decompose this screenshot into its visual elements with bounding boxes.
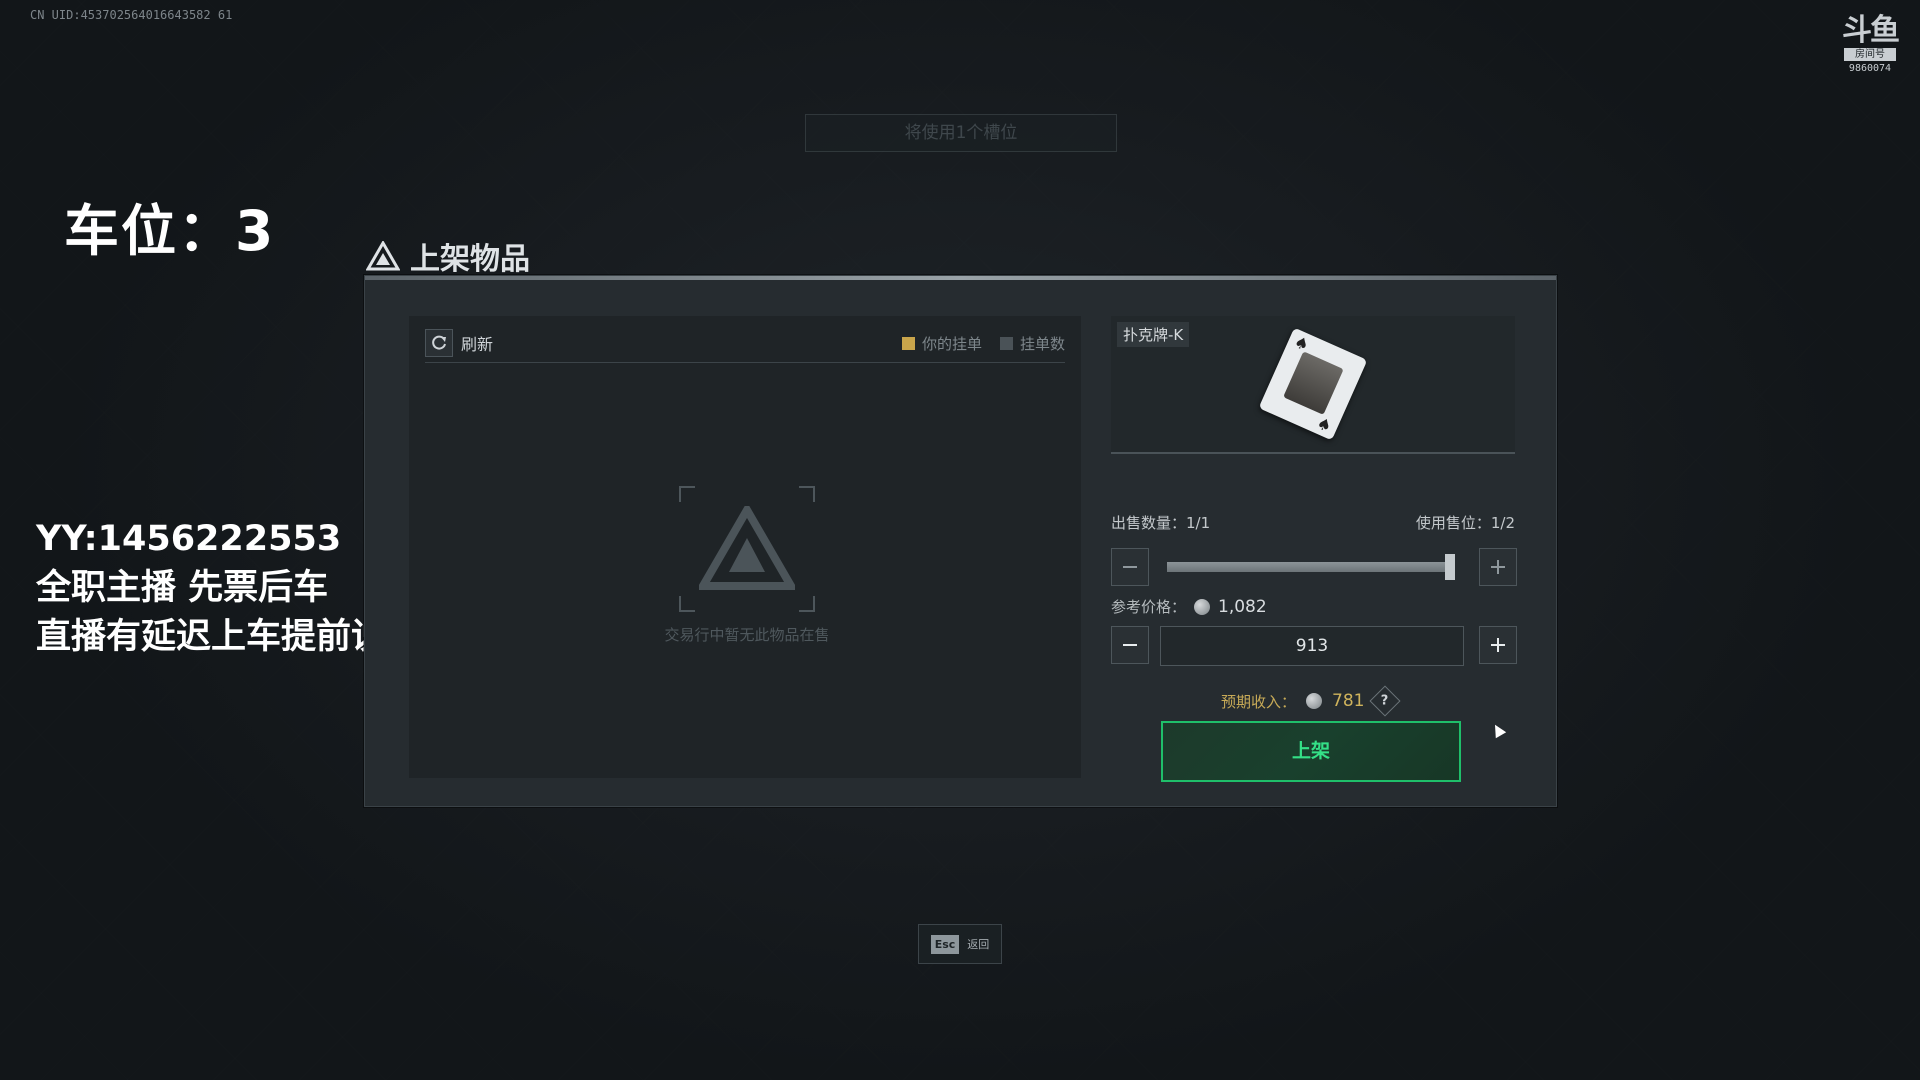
slot-count-overlay: 车位：3 (64, 199, 276, 263)
legend-swatch-gray (999, 336, 1013, 350)
quantity-row: 出售数量：1/1 使用售位：1/2 (1111, 512, 1515, 533)
slider-fill (1167, 562, 1449, 572)
triangle-logo-icon (366, 241, 400, 271)
slider-thumb[interactable] (1445, 554, 1455, 580)
streamer-info-overlay: YY:1456222553 全职主播 先票后车 直播有延迟上车提前说 (36, 515, 386, 662)
empty-logo-icon (699, 506, 795, 590)
legend-swatch-gold (901, 336, 915, 350)
list-item-button[interactable]: 上架 (1161, 721, 1461, 782)
coin-icon (1194, 598, 1211, 615)
income-value: 781 (1332, 691, 1365, 711)
reference-price: 参考价格： 1,082 (1111, 596, 1267, 617)
ref-price-value: 1,082 (1218, 596, 1267, 617)
listings-header: 刷新 你的挂单 挂单数 (425, 324, 1065, 363)
douyu-logo: 斗鱼 房间号 9860074 (1838, 13, 1902, 75)
overlay-line-delay: 直播有延迟上车提前说 (36, 617, 387, 657)
slot-usage-hint: 将使用1个槽位 (805, 114, 1117, 152)
plus-icon (1491, 560, 1505, 574)
poker-card-k-icon: ♠ ♠ (1258, 327, 1368, 441)
refresh-label: 刷新 (461, 335, 494, 354)
legend-your-orders: 你的挂单 (901, 333, 982, 354)
ref-price-label: 参考价格： (1111, 598, 1187, 616)
dialog-title: 上架物品 (410, 242, 530, 277)
dialog-title-bar: 上架物品 (366, 234, 530, 278)
income-label: 预期收入： (1221, 692, 1297, 711)
empty-state-text: 交易行中暂无此物品在售 (664, 626, 830, 644)
quantity-slider[interactable] (1167, 554, 1455, 580)
slots-used-label: 使用售位：1/2 (1415, 514, 1515, 532)
help-icon[interactable]: ? (1369, 685, 1402, 717)
price-decrease-button[interactable] (1111, 626, 1149, 664)
refresh-icon (425, 329, 453, 357)
legend-label: 你的挂单 (921, 334, 982, 353)
market-listings-panel: 刷新 你的挂单 挂单数 交易行中暂无此物品在售 (409, 316, 1081, 778)
price-input[interactable]: 913 (1160, 626, 1464, 666)
room-number: 9860074 (1848, 63, 1892, 74)
esc-back-button[interactable]: Esc 返回 (918, 924, 1002, 964)
overlay-line-yy: YY:1456222553 (36, 519, 342, 559)
empty-state: 交易行中暂无此物品在售 (637, 486, 857, 645)
logo-mark: 斗鱼 (1842, 13, 1900, 48)
stream-uid: CN UID:453702564016643582 61 (30, 8, 233, 22)
empty-state-frame (679, 486, 815, 612)
price-increase-button[interactable] (1479, 626, 1517, 664)
legend-order-count: 挂单数 (999, 333, 1065, 354)
logo-sub: 房间号 (1844, 48, 1896, 61)
quantity-decrease-button[interactable] (1111, 548, 1149, 586)
quantity-increase-button[interactable] (1479, 548, 1517, 586)
dialog-top-accent (365, 276, 1556, 280)
listings-legend: 你的挂单 挂单数 (901, 333, 1065, 354)
list-item-dialog: 刷新 你的挂单 挂单数 交易行中暂无此物品在售 扑克牌-K ♠ ♠ 出售数量：1… (364, 275, 1557, 807)
esc-key-icon: Esc (930, 934, 960, 954)
expected-income: 预期收入： 781 ? (1221, 685, 1402, 717)
plus-icon (1491, 638, 1505, 652)
sell-quantity-label: 出售数量：1/1 (1111, 514, 1211, 532)
minus-icon (1123, 566, 1137, 568)
minus-icon (1123, 644, 1137, 646)
item-name: 扑克牌-K (1117, 322, 1190, 347)
refresh-button[interactable]: 刷新 (425, 329, 493, 357)
legend-label: 挂单数 (1019, 334, 1065, 353)
coin-icon (1306, 693, 1323, 709)
back-label: 返回 (967, 938, 990, 951)
item-preview: 扑克牌-K ♠ ♠ (1111, 316, 1515, 454)
help-glyph: ? (1381, 693, 1390, 709)
overlay-line-fulltime: 全职主播 先票后车 (36, 568, 329, 608)
